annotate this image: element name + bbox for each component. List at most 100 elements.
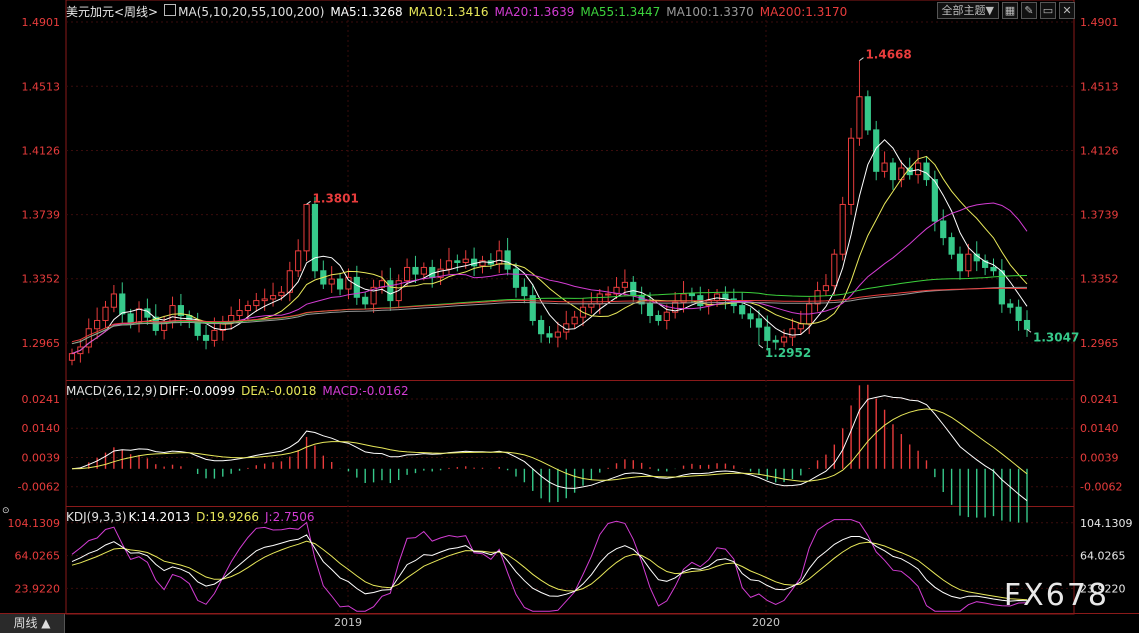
x-axis-label: 2019	[334, 616, 362, 629]
ma20-value: MA20:1.3639	[494, 5, 575, 19]
candle-body	[303, 203, 310, 252]
candle-body	[353, 276, 360, 298]
candle-body	[420, 266, 427, 275]
ma100-value: MA100:1.3370	[666, 5, 754, 19]
candle-body	[1023, 319, 1031, 330]
candle-body	[471, 258, 478, 267]
price-panel: 1.3801 1.2952 1.4668 1.3047	[68, 48, 1079, 366]
candle-body	[211, 329, 218, 341]
candle-body	[529, 295, 536, 321]
grid-icon[interactable]: ▦	[1002, 2, 1018, 19]
candle-body	[387, 280, 394, 302]
candle-body	[739, 305, 746, 315]
ma10-value: MA10:1.3416	[408, 5, 489, 19]
close-icon[interactable]: ✕	[1059, 2, 1075, 19]
candle-body	[755, 318, 763, 328]
candle-body	[646, 303, 654, 317]
kdj-tick-label-right: 64.0265	[1080, 550, 1126, 563]
period-tab[interactable]: 周线 ▲	[0, 614, 65, 633]
candle-body	[412, 266, 419, 275]
candle-body	[931, 179, 938, 222]
macd-header: MACD(26,12,9) DIFF:-0.0099 DEA:-0.0018 MACD…	[66, 384, 415, 398]
candle-body	[295, 250, 302, 272]
candle-body	[605, 293, 612, 296]
annotation-pointer	[859, 57, 864, 62]
candle-body	[839, 203, 846, 255]
price-tick-label-left: 1.3739	[22, 209, 61, 222]
candle-body	[554, 331, 561, 338]
candle-body	[328, 278, 335, 285]
candle-body	[713, 293, 721, 302]
candle-body	[889, 162, 897, 181]
price-tick-label-left: 1.2965	[22, 337, 61, 350]
candle-body	[546, 333, 553, 338]
candle-body	[236, 310, 243, 317]
expand-icon[interactable]: ▭	[1040, 2, 1056, 19]
price-tick-label-right: 1.3352	[1080, 273, 1119, 286]
pin-icon[interactable]: ⊙	[2, 506, 10, 516]
candle-body	[261, 298, 268, 302]
macd-tick-label-right: -0.0062	[1080, 481, 1122, 494]
candle-body	[688, 293, 696, 297]
candle-body	[898, 167, 905, 181]
candle-body	[789, 328, 796, 338]
candle-body	[269, 295, 277, 300]
candle-body	[621, 281, 628, 288]
price-tick-label-left: 1.4126	[22, 144, 61, 157]
kdj-tick-label-right: 104.1309	[1080, 517, 1133, 530]
candle-body	[881, 162, 888, 172]
candle-body	[831, 253, 838, 287]
candle-body	[822, 285, 830, 292]
candle-body	[940, 220, 947, 239]
candle-body	[847, 137, 855, 205]
candle-body	[110, 293, 117, 308]
theme-dropdown[interactable]: 全部主题▼	[936, 2, 999, 19]
candle-body	[445, 260, 453, 270]
candle-body	[1007, 303, 1014, 308]
candle-body	[663, 311, 670, 321]
candle-body	[278, 291, 285, 297]
candle-body	[521, 286, 528, 297]
macd-label: MACD(26,12,9)	[66, 384, 158, 398]
annotation-label: 1.2952	[765, 346, 811, 360]
annotation-label: 1.4668	[865, 48, 911, 62]
k-value: K:14.2013	[128, 510, 191, 524]
candle-body	[462, 258, 469, 263]
chart-canvas[interactable]: 1.3801 1.2952 1.4668 1.3047 1.4901 1.4901 1.4…	[0, 0, 1139, 633]
candle-body	[571, 316, 578, 325]
candle-body	[655, 315, 662, 321]
candle-body	[747, 313, 754, 320]
kdj-tick-label-left: 23.9220	[15, 582, 61, 595]
candle-body	[990, 266, 997, 272]
watermark-logo: FX678	[1003, 578, 1109, 613]
candle-body	[454, 260, 461, 263]
candle-body	[948, 237, 955, 255]
candle-body	[119, 293, 126, 315]
price-tick-label-right: 1.4513	[1080, 80, 1119, 93]
candle-body	[596, 293, 603, 305]
candle-body	[864, 96, 871, 131]
candle-body	[253, 300, 260, 307]
price-tick-label-right: 1.4126	[1080, 144, 1119, 157]
ma-toggle-icon[interactable]	[164, 4, 177, 16]
diff-value: DIFF:-0.0099	[159, 384, 236, 398]
macd-panel	[71, 384, 1028, 523]
candle-body	[362, 296, 369, 305]
macd-tick-label-right: 0.0039	[1080, 451, 1119, 464]
candle-body	[127, 313, 134, 323]
candle-body	[772, 339, 779, 343]
candle-body	[956, 253, 964, 272]
candle-body	[94, 319, 101, 330]
ma-label: MA(5,10,20,55,100,200)	[178, 5, 325, 19]
candle-body	[764, 326, 771, 341]
candle-body	[856, 96, 863, 139]
edit-icon[interactable]: ✎	[1021, 2, 1037, 19]
candle-body	[588, 303, 595, 308]
kdj-tick-label-left: 64.0265	[15, 550, 61, 563]
j-line	[71, 519, 1028, 612]
kdj-panel	[71, 519, 1028, 612]
candle-body	[102, 306, 109, 321]
ma55-value: MA55:1.3447	[580, 5, 661, 19]
macd-tick-label-right: 0.0140	[1080, 422, 1119, 435]
candle-body	[244, 305, 252, 312]
